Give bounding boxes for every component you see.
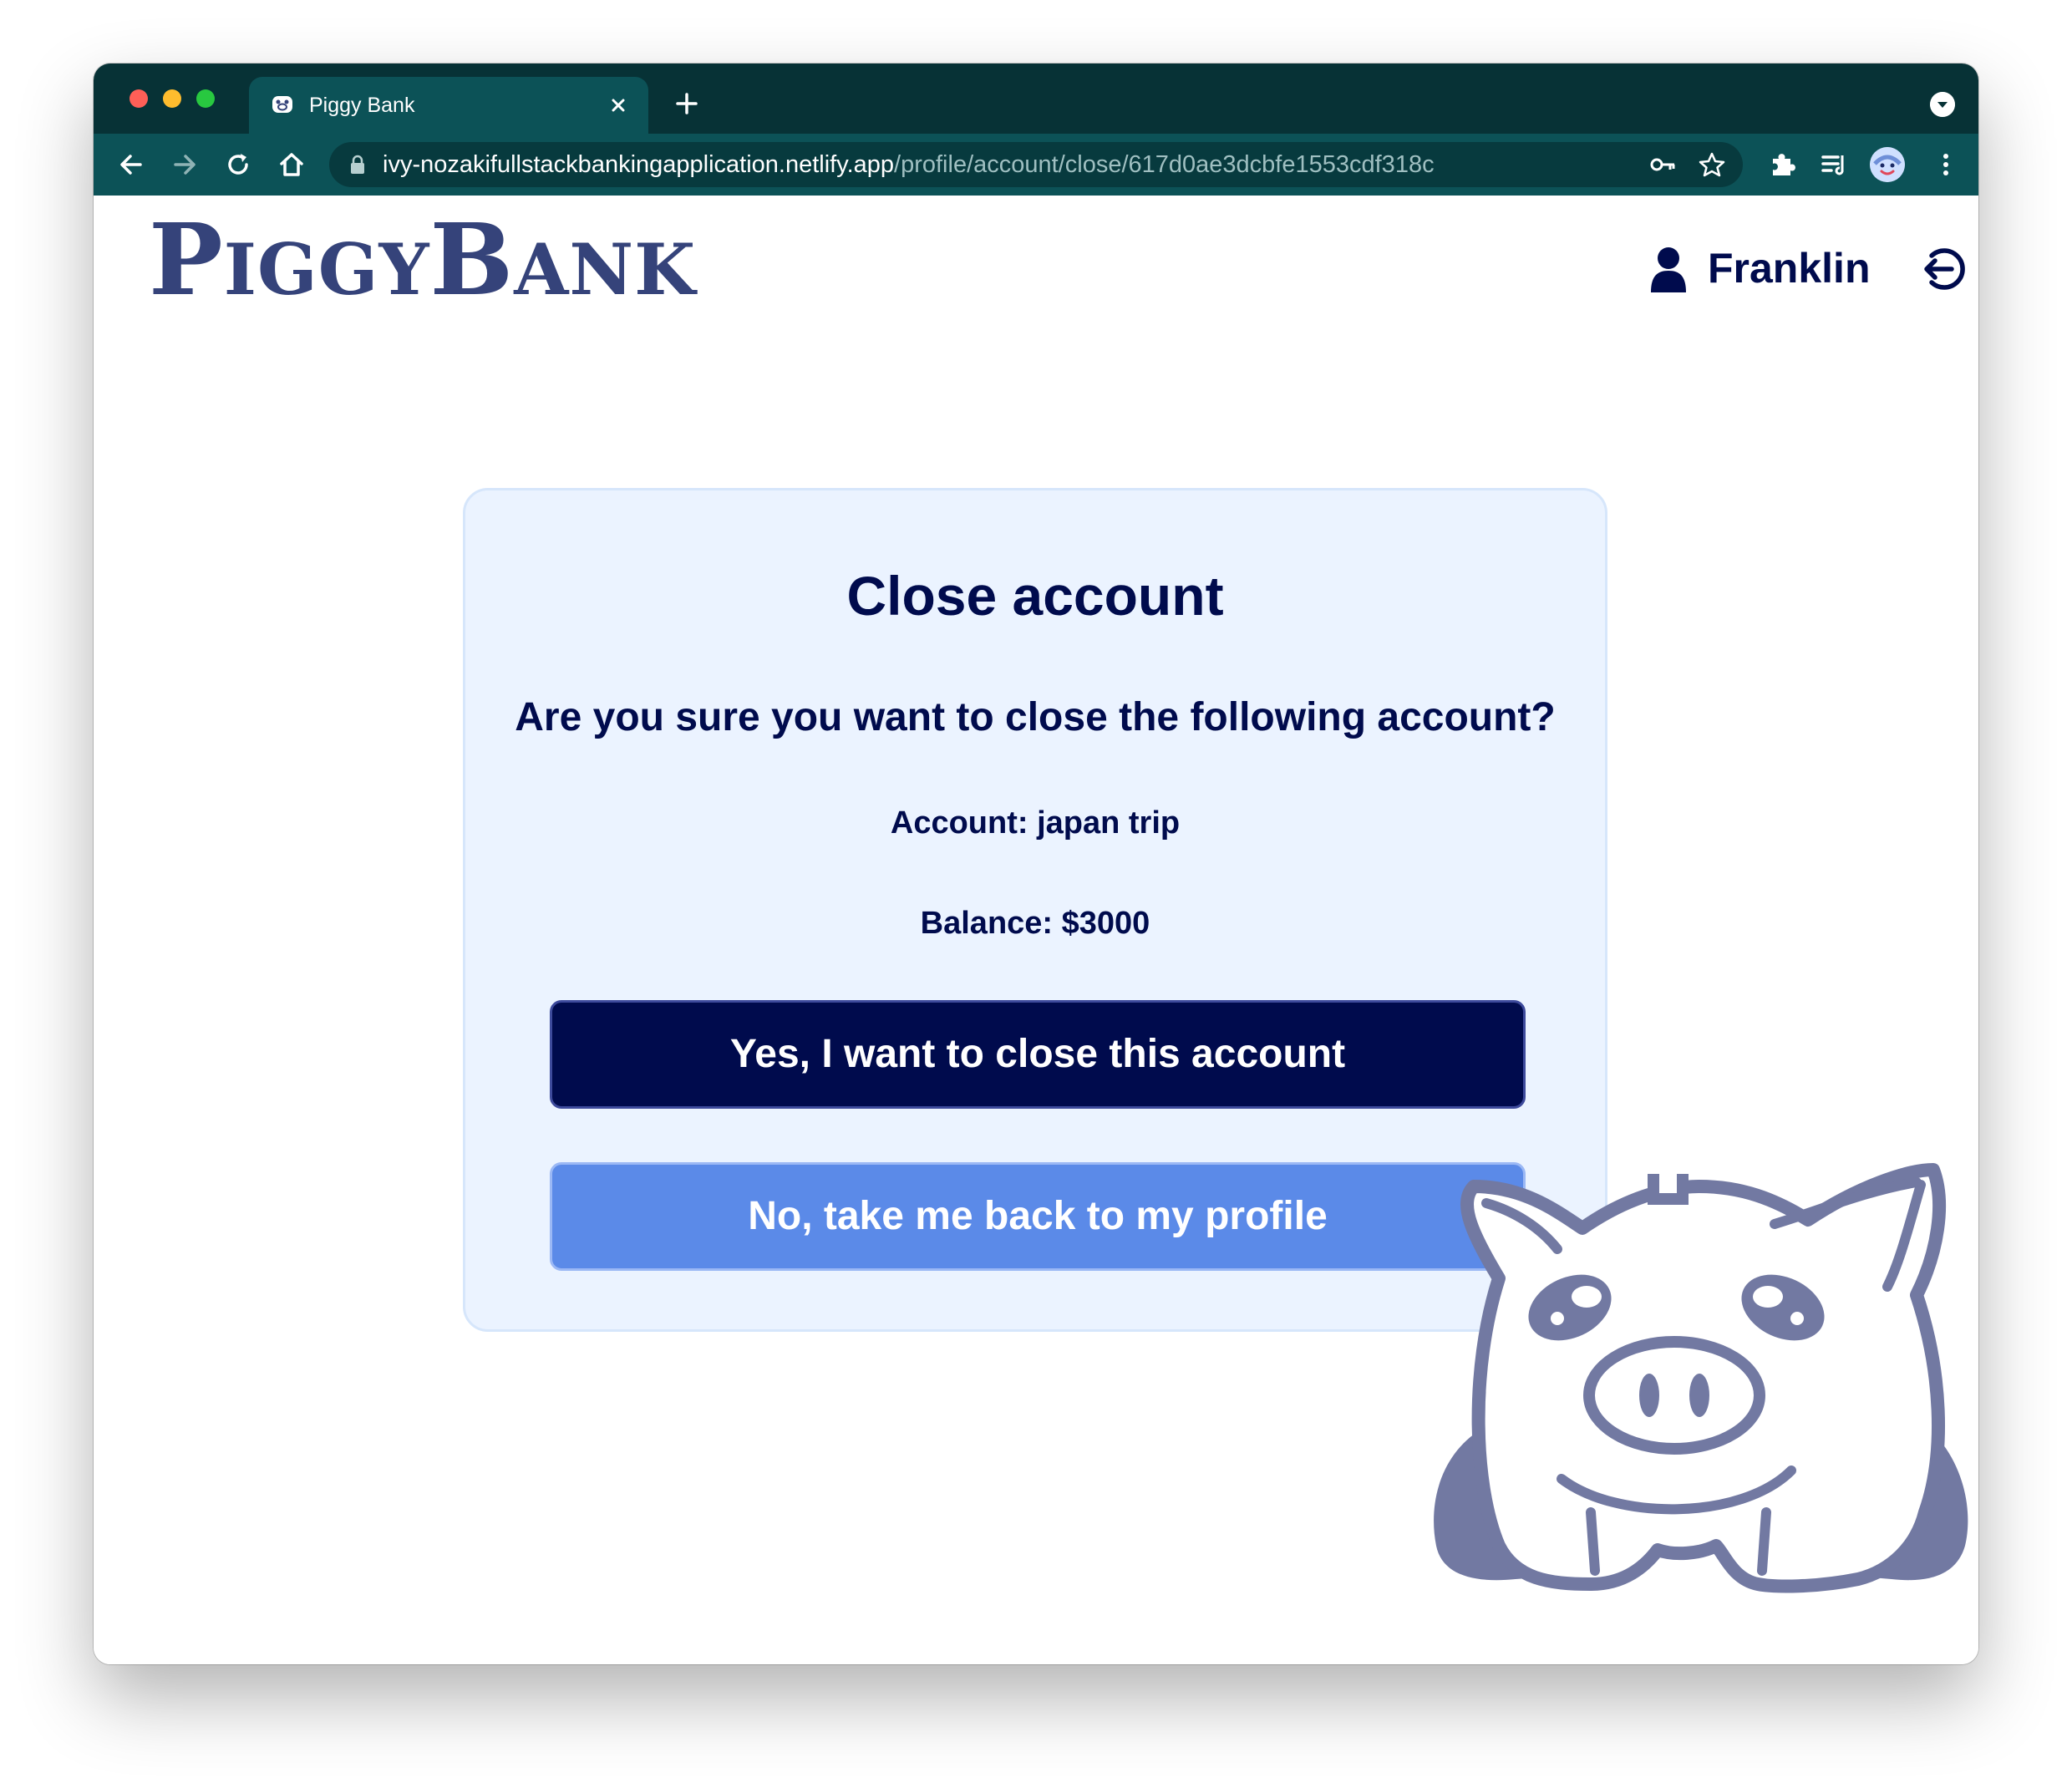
logo-text-ank: ANK bbox=[514, 228, 697, 311]
reading-list-icon[interactable] bbox=[1818, 149, 1850, 180]
new-tab-icon[interactable] bbox=[673, 90, 700, 117]
user-icon[interactable] bbox=[1649, 246, 1688, 292]
username-link[interactable]: Franklin bbox=[1708, 242, 1870, 294]
key-icon[interactable] bbox=[1649, 152, 1676, 177]
lock-icon[interactable] bbox=[349, 155, 366, 175]
bookmark-star-icon[interactable] bbox=[1698, 150, 1726, 179]
maximize-window-button[interactable] bbox=[196, 89, 215, 108]
tab-strip: Piggy Bank bbox=[94, 63, 1978, 134]
url-text[interactable]: ivy-nozakifullstackbankingapplication.ne… bbox=[383, 150, 1435, 180]
browser-menu-icon[interactable] bbox=[1930, 149, 1962, 180]
page-content: PIGGYBANK Franklin Close account Are you… bbox=[94, 196, 1978, 1664]
confirmation-question: Are you sure you want to close the follo… bbox=[515, 695, 1556, 739]
piggy-bank-illustration bbox=[1434, 1163, 1968, 1593]
logo-letter-b: B bbox=[429, 201, 515, 317]
account-balance: Balance: $3000 bbox=[920, 906, 1150, 941]
card-title: Close account bbox=[846, 565, 1224, 627]
forward-icon[interactable] bbox=[169, 149, 201, 180]
tab-search-icon[interactable] bbox=[1930, 92, 1955, 117]
reload-icon[interactable] bbox=[222, 149, 254, 180]
url-path: /profile/account/close/617d0ae3dcbfe1553… bbox=[894, 151, 1435, 178]
address-bar[interactable]: ivy-nozakifullstackbankingapplication.ne… bbox=[329, 142, 1743, 187]
logo-letter-p: P bbox=[149, 201, 224, 317]
extensions-puzzle-icon[interactable] bbox=[1766, 149, 1798, 180]
avatar-face-icon bbox=[1870, 147, 1905, 182]
browser-window: Piggy Bank ivy-nozakifullstackbankingapp… bbox=[94, 63, 1978, 1664]
browser-tab[interactable]: Piggy Bank bbox=[249, 77, 648, 134]
pig-favicon-icon bbox=[272, 96, 292, 113]
account-name: Account: japan trip bbox=[890, 805, 1181, 841]
minimize-window-button[interactable] bbox=[163, 89, 181, 108]
browser-toolbar: ivy-nozakifullstackbankingapplication.ne… bbox=[94, 134, 1978, 196]
logout-icon[interactable] bbox=[1920, 246, 1967, 292]
back-to-profile-button[interactable]: No, take me back to my profile bbox=[550, 1162, 1526, 1271]
confirm-close-button[interactable]: Yes, I want to close this account bbox=[550, 1000, 1526, 1109]
logo-text-iggy: IGGY bbox=[223, 228, 430, 311]
tab-title: Piggy Bank bbox=[309, 94, 415, 117]
close-tab-icon[interactable] bbox=[605, 92, 632, 119]
profile-avatar[interactable] bbox=[1870, 147, 1905, 182]
back-icon[interactable] bbox=[115, 149, 147, 180]
close-window-button[interactable] bbox=[130, 89, 148, 108]
piggybank-logo[interactable]: PIGGYBANK bbox=[149, 211, 696, 309]
home-icon[interactable] bbox=[276, 149, 307, 180]
url-host: ivy-nozakifullstackbankingapplication.ne… bbox=[383, 151, 895, 178]
